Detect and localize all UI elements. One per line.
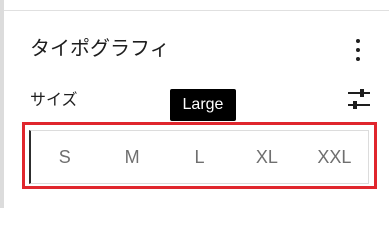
size-option-m[interactable]: M <box>98 131 165 183</box>
sliders-icon <box>348 89 370 109</box>
vertical-ellipsis-icon <box>356 39 360 43</box>
panel-divider <box>4 10 389 11</box>
font-size-segmented-control: S M L XL XXL <box>29 130 369 184</box>
size-option-xxl[interactable]: XXL <box>301 131 368 183</box>
typography-panel-title: タイポグラフィ <box>30 36 170 60</box>
size-settings-button[interactable] <box>344 87 374 113</box>
panel-left-border <box>0 0 4 208</box>
size-option-s[interactable]: S <box>31 131 98 183</box>
size-option-xl[interactable]: XL <box>233 131 300 183</box>
size-label: サイズ <box>30 90 78 109</box>
vertical-ellipsis-icon <box>356 48 360 52</box>
size-tooltip: Large <box>170 89 236 121</box>
vertical-ellipsis-icon <box>356 57 360 61</box>
more-options-button[interactable] <box>346 36 370 64</box>
size-option-l[interactable]: L <box>166 131 233 183</box>
